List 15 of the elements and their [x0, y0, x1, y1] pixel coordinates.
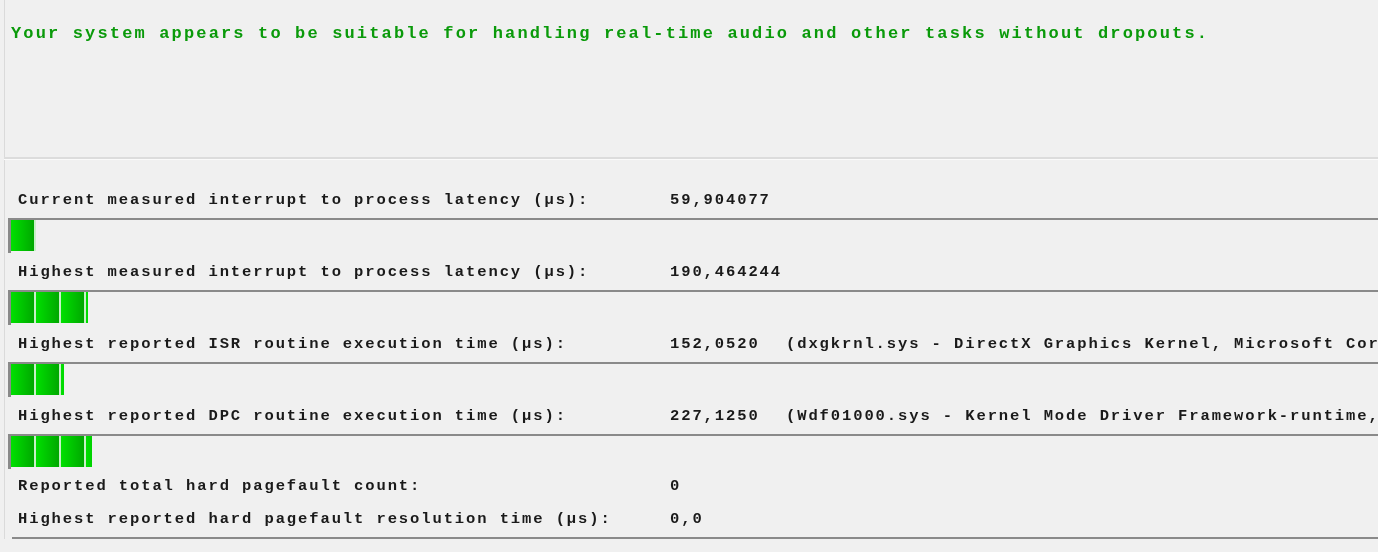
measurement-value: 227,1250: [670, 406, 761, 425]
status-message: Your system appears to be suitable for handling real-time audio and other tasks without dropouts.: [10, 24, 1210, 43]
measurement-value: 59,904077: [670, 190, 772, 209]
driver-detail: (Wdf01000.sys - Kernel Mode Driver Framework-runtime,: [786, 406, 1378, 425]
measurement-value: 0,0: [670, 509, 705, 528]
measurement-value: 190,464244: [670, 262, 783, 281]
measurement-label: Reported total hard pagefault count:: [18, 476, 423, 495]
measurement-label: Current measured interrupt to process latency (µs):: [18, 190, 591, 209]
measurement-label: Highest measured interrupt to process latency (µs):: [18, 262, 591, 281]
measurement-label: Highest reported DPC routine execution time (µs):: [18, 406, 568, 425]
driver-detail: (dxgkrnl.sys - DirectX Graphics Kernel, Microsoft Cor: [786, 334, 1378, 353]
measurement-value: 152,0520: [670, 334, 761, 353]
measurement-label: Highest reported ISR routine execution time (µs):: [18, 334, 568, 353]
measurement-value: 0: [670, 476, 683, 495]
measurement-label: Highest reported hard pagefault resolution time (µs):: [18, 509, 613, 528]
